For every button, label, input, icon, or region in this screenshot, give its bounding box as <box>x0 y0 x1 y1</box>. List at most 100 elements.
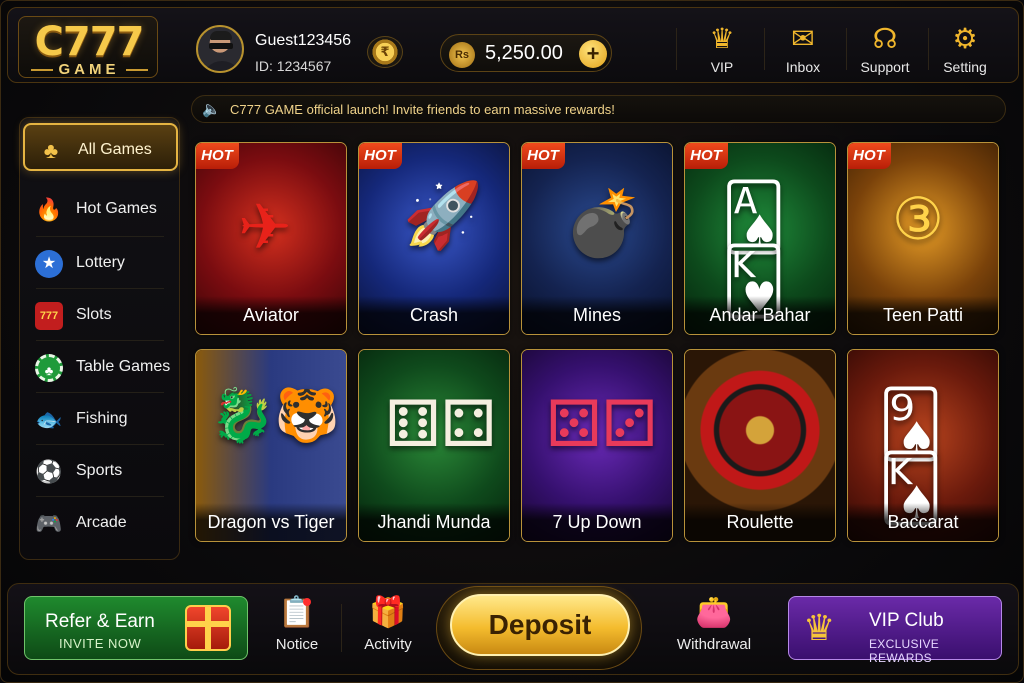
game-title: Aviator <box>196 296 346 334</box>
announcement-marquee[interactable]: 🔈 C777 GAME official launch! Invite frie… <box>191 95 1006 123</box>
vip-club-button[interactable]: ♛ VIP Club EXCLUSIVE REWARDS <box>788 596 1002 665</box>
hot-badge: HOT <box>359 143 402 169</box>
sidebar-item-all-games[interactable]: ♣ All Games <box>23 123 178 171</box>
support-nav-button[interactable]: ☊ Support <box>847 22 923 80</box>
withdrawal-button[interactable]: 👛 Withdrawal <box>672 594 756 660</box>
inbox-nav-label: Inbox <box>785 59 821 75</box>
rupee-icon: Rs <box>449 42 475 68</box>
logo-sub-text: GAME <box>19 61 159 78</box>
deposit-button[interactable]: Deposit <box>450 594 630 656</box>
app-window: C777 GAME Guest123456 ID: 1234567 ₹ Rs 5… <box>0 0 1024 683</box>
hot-badge: HOT <box>685 143 728 169</box>
chip-icon: ♣ <box>35 354 63 382</box>
wallet-icon: 👛 <box>695 596 733 629</box>
avatar-hair <box>210 31 232 40</box>
gamepad-icon: 🎮 <box>35 511 63 536</box>
notification-dot <box>303 598 311 606</box>
game-card-aviator[interactable]: ✈ HOT Aviator <box>195 142 347 335</box>
add-funds-button[interactable]: + <box>579 40 607 68</box>
sidebar-item-slots[interactable]: 777 Slots <box>23 290 178 338</box>
activity-button[interactable]: 🎁 Activity <box>348 594 428 660</box>
sidebar-item-label: Slots <box>76 306 112 323</box>
category-sidebar: ♣ All Games 🔥 Hot Games ★ Lottery 777 Sl… <box>19 117 180 560</box>
game-card-roulette[interactable]: Roulette <box>684 349 836 542</box>
balance-amount: 5,250.00 <box>485 42 563 64</box>
sidebar-item-lottery[interactable]: ★ Lottery <box>23 238 178 286</box>
game-title: Andar Bahar <box>685 296 835 334</box>
playing-cards-icon: 🂩🂮 <box>878 388 944 524</box>
sidebar-item-table-games[interactable]: ♣ Table Games <box>23 342 178 390</box>
notice-label: Notice <box>275 636 319 653</box>
rocket-icon: 🚀 <box>403 179 483 251</box>
game-card-baccarat[interactable]: 🂩🂮 Baccarat <box>847 349 999 542</box>
fish-icon: 🐟 <box>35 407 63 432</box>
game-card-7-up-down[interactable]: ⚄⚂ 7 Up Down <box>521 349 673 542</box>
vip-club-title: VIP Club <box>869 610 944 631</box>
speaker-icon: 🔈 <box>202 101 221 118</box>
avatar-body <box>202 61 242 71</box>
game-card-jhandi-munda[interactable]: ⚅⚃ Jhandi Munda <box>358 349 510 542</box>
coin-glyph: ₹ <box>380 44 390 59</box>
bottom-action-bar: Refer & Earn INVITE NOW 📋 Notice 🎁 Activ… <box>7 583 1019 675</box>
dice-icon: ⚅⚃ <box>385 388 497 460</box>
mail-icon: ✉ <box>791 23 815 54</box>
setting-nav-label: Setting <box>943 59 987 75</box>
refer-title: Refer & Earn <box>45 611 155 632</box>
inbox-nav-button[interactable]: ✉ Inbox <box>765 22 841 80</box>
game-card-mines[interactable]: 💣 HOT Mines <box>521 142 673 335</box>
sidebar-item-label: Table Games <box>76 358 171 375</box>
sidebar-item-sports[interactable]: ⚽ Sports <box>23 446 178 494</box>
brand-logo[interactable]: C777 GAME <box>18 16 158 78</box>
game-title: Teen Patti <box>848 296 998 334</box>
sidebar-divider <box>36 496 164 497</box>
sidebar-item-label: Arcade <box>76 514 127 531</box>
sidebar-divider <box>36 340 164 341</box>
slot-777-icon: 777 <box>35 302 63 330</box>
crown-icon: ♛ <box>709 23 735 54</box>
game-card-dragon-vs-tiger[interactable]: 🐉🐯 Dragon vs Tiger <box>195 349 347 542</box>
vip-nav-label: VIP <box>710 59 734 75</box>
vip-club-subtitle: EXCLUSIVE REWARDS <box>869 637 940 665</box>
gift-icon <box>185 605 231 651</box>
refer-earn-button[interactable]: Refer & Earn INVITE NOW <box>24 596 248 660</box>
fire-icon: 🔥 <box>35 197 63 222</box>
sidebar-item-fishing[interactable]: 🐟 Fishing <box>23 394 178 442</box>
game-card-andar-bahar[interactable]: 🂡🂾 HOT Andar Bahar <box>684 142 836 335</box>
sidebar-item-label: Sports <box>76 462 123 479</box>
vip-nav-button[interactable]: ♛ VIP <box>684 22 760 80</box>
sidebar-item-label: Hot Games <box>76 200 157 217</box>
lottery-icon: ★ <box>35 250 63 278</box>
game-card-crash[interactable]: 🚀 HOT Crash <box>358 142 510 335</box>
sidebar-divider <box>36 444 164 445</box>
coin-icon[interactable]: ₹ <box>367 36 403 68</box>
sidebar-item-label: All Games <box>78 141 152 158</box>
three-cards-icon: ③ <box>892 187 944 252</box>
game-card-teen-patti[interactable]: ③ HOT Teen Patti <box>847 142 999 335</box>
game-title: Mines <box>522 296 672 334</box>
notice-button[interactable]: 📋 Notice <box>257 594 337 660</box>
sidebar-item-hot-games[interactable]: 🔥 Hot Games <box>23 184 178 232</box>
airplane-icon: ✈ <box>238 191 292 263</box>
game-title: Roulette <box>685 503 835 541</box>
withdrawal-label: Withdrawal <box>676 636 752 653</box>
sidebar-item-label: Fishing <box>76 410 128 427</box>
support-nav-label: Support <box>860 59 910 75</box>
game-title: Jhandi Munda <box>359 503 509 541</box>
hot-badge: HOT <box>196 143 239 169</box>
headset-icon: ☊ <box>872 23 898 54</box>
user-id: ID: 1234567 <box>255 58 332 74</box>
game-title: Baccarat <box>848 503 998 541</box>
sidebar-item-arcade[interactable]: 🎮 Arcade <box>23 498 178 546</box>
sidebar-item-label: Lottery <box>76 254 125 271</box>
avatar-sunglasses <box>209 43 233 49</box>
bottom-divider <box>341 604 342 652</box>
dragon-tiger-icon: 🐉🐯 <box>210 387 340 445</box>
setting-nav-button[interactable]: ⚙ Setting <box>927 22 1003 80</box>
notice-icon: 📋 <box>278 596 316 629</box>
gear-icon: ⚙ <box>952 23 978 54</box>
avatar[interactable] <box>196 25 244 73</box>
club-icon: ♣ <box>43 138 59 163</box>
game-title: Dragon vs Tiger <box>196 503 346 541</box>
soccer-ball-icon: ⚽ <box>35 459 63 484</box>
refer-subtitle: INVITE NOW <box>59 636 142 651</box>
